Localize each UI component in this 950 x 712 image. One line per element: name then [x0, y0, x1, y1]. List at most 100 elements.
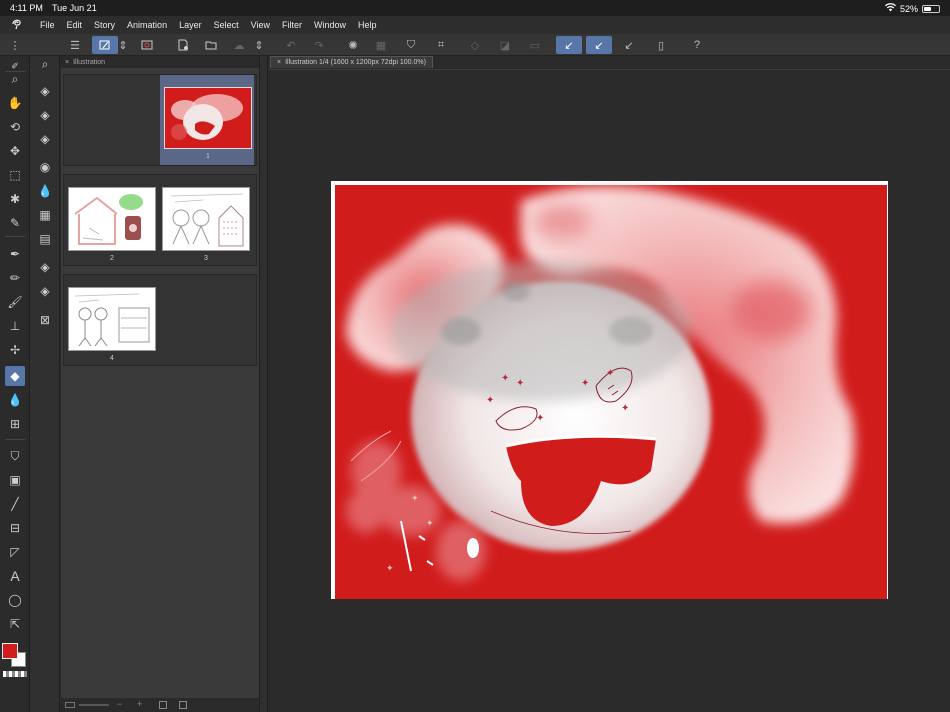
crop-icon[interactable]: ▭	[526, 36, 544, 54]
menu-window[interactable]: Window	[308, 20, 352, 30]
frame-icon[interactable]: ⊟	[5, 518, 25, 538]
menu-layer[interactable]: Layer	[173, 20, 208, 30]
balloon-icon[interactable]: ◯	[5, 590, 25, 610]
show-pages-icon[interactable]	[92, 36, 118, 54]
line-icon[interactable]: ╱	[5, 494, 25, 514]
blend-icon[interactable]: 💧	[5, 390, 25, 410]
save-arrows-icon[interactable]: ⇕	[254, 36, 264, 54]
move-icon[interactable]: ✥	[5, 141, 25, 161]
cloud-icon[interactable]: ☁	[230, 36, 248, 54]
eraser-icon[interactable]: ◆	[5, 366, 25, 386]
help-icon[interactable]: ?	[688, 36, 706, 54]
pencil-icon[interactable]: ✏	[5, 268, 25, 288]
smartphone-icon[interactable]: ▯	[652, 36, 670, 54]
gradient-icon[interactable]: ▣	[5, 470, 25, 490]
main-color-swatch[interactable]	[2, 643, 18, 659]
undo-icon[interactable]: ↶	[282, 36, 300, 54]
vector-eraser-icon[interactable]: ◈	[35, 129, 55, 149]
zoom-out-icon[interactable]	[65, 702, 75, 708]
menu-filter[interactable]: Filter	[276, 20, 308, 30]
transform-icon[interactable]: ⌗	[432, 36, 450, 54]
deselect-icon[interactable]: ◇	[466, 36, 484, 54]
wifi-icon	[884, 3, 896, 14]
redo-icon[interactable]: ↷	[310, 36, 328, 54]
svg-text:✦: ✦	[621, 403, 629, 414]
minus-icon[interactable]: −	[117, 699, 122, 709]
hamburger-menu-icon[interactable]: ☰	[66, 36, 84, 54]
subtool-menu-icon[interactable]: ⌕	[35, 54, 55, 74]
invert-selection-icon[interactable]: ◪	[496, 36, 514, 54]
drawing-canvas[interactable]: ✦ ✦ ✦ ✦ ✦ ✦ ✦ ✦ ✦ ✦	[331, 181, 888, 599]
menu-animation[interactable]: Animation	[121, 20, 173, 30]
eraser-rough-icon[interactable]: ▤	[35, 229, 55, 249]
page-panel-footer: − +	[61, 698, 259, 712]
eraser-stack-icon[interactable]: ◈	[35, 281, 55, 301]
menu-edit[interactable]: Edit	[61, 20, 89, 30]
page-view-icon[interactable]	[179, 701, 187, 709]
gallery-icon[interactable]	[138, 36, 156, 54]
swap-arrows-icon[interactable]: ⇕	[118, 36, 128, 54]
rotate-icon[interactable]: ⟲	[5, 117, 25, 137]
svg-text:✦: ✦	[426, 519, 434, 529]
pen-icon[interactable]: ✒	[5, 244, 25, 264]
page-thumbnail-4[interactable]	[68, 287, 156, 351]
eyedropper-icon[interactable]: ✎	[5, 213, 25, 233]
open-folder-icon[interactable]	[202, 36, 220, 54]
thumbnail-size-slider[interactable]	[79, 704, 109, 706]
canvas-area: × Illustration 1/4 (1600 x 1200px 72dpi …	[268, 56, 950, 712]
tool-divider	[5, 439, 25, 440]
page-spread: 2 3	[63, 174, 257, 266]
hard-eraser-icon[interactable]: ◈	[35, 81, 55, 101]
color-indicator[interactable]	[2, 643, 28, 669]
brush-icon[interactable]: 🖌	[5, 292, 25, 312]
soft-eraser-icon[interactable]: ◈	[35, 105, 55, 125]
page-spread: 1	[63, 74, 257, 166]
new-file-icon[interactable]	[174, 36, 192, 54]
eraser-box-icon[interactable]: ⊠	[35, 310, 55, 330]
panel-divider[interactable]	[259, 56, 268, 712]
page-thumbnail-1[interactable]	[164, 87, 252, 149]
transparent-color-swatch[interactable]	[3, 671, 27, 677]
app-logo-icon[interactable]	[0, 18, 34, 33]
hand-icon[interactable]: ✋	[5, 93, 25, 113]
menu-help[interactable]: Help	[352, 20, 383, 30]
clear-layer-icon[interactable]: ▦	[372, 36, 390, 54]
fill-icon[interactable]: ⛉	[5, 446, 25, 466]
fill-bucket-icon[interactable]: ⛉	[402, 36, 420, 54]
loading-icon[interactable]: ✺	[344, 36, 362, 54]
page-panel-tab[interactable]: × Illustration	[61, 56, 259, 68]
svg-text:✦: ✦	[411, 494, 419, 504]
decoration-icon[interactable]: ✢	[5, 340, 25, 360]
figure-icon[interactable]: ⊞	[5, 414, 25, 434]
menu-story[interactable]: Story	[88, 20, 121, 30]
airbrush-icon[interactable]: ⊥	[5, 316, 25, 336]
close-icon[interactable]: ×	[65, 59, 69, 66]
close-icon[interactable]: ×	[277, 59, 281, 66]
menu-file[interactable]: File	[34, 20, 61, 30]
grip-icon[interactable]: ⋮	[6, 36, 24, 54]
menu-view[interactable]: View	[245, 20, 276, 30]
svg-text:✦: ✦	[386, 564, 394, 574]
eraser-texture-icon[interactable]: ▦	[35, 205, 55, 225]
auto-select-icon[interactable]: ✱	[5, 189, 25, 209]
ruler-icon[interactable]: ◸	[5, 542, 25, 562]
eraser-layer-icon[interactable]: ◈	[35, 257, 55, 277]
snap-special-ruler-icon[interactable]: ↙	[586, 36, 612, 54]
eraser-color-icon[interactable]: 💧	[35, 181, 55, 201]
snap-grid-icon[interactable]: ↙	[620, 36, 638, 54]
correct-line-icon[interactable]: ⇱	[5, 614, 25, 634]
svg-text:✦: ✦	[581, 378, 589, 389]
eraser-reference-icon[interactable]: ◉	[35, 157, 55, 177]
selection-icon[interactable]: ⬚	[5, 165, 25, 185]
page-settings-icon[interactable]	[159, 701, 167, 709]
snap-ruler-icon[interactable]: ↙	[556, 36, 582, 54]
document-tab[interactable]: × Illustration 1/4 (1600 x 1200px 72dpi …	[270, 56, 433, 68]
page-thumbnail-3[interactable]	[162, 187, 250, 251]
plus-icon[interactable]: +	[137, 699, 142, 709]
svg-text:✦: ✦	[516, 378, 524, 389]
menu-select[interactable]: Select	[208, 20, 245, 30]
menu-bar: File Edit Story Animation Layer Select V…	[0, 16, 950, 34]
text-icon[interactable]: A	[5, 566, 25, 586]
zoom-icon[interactable]: ⌕	[5, 69, 25, 89]
page-thumbnail-2[interactable]	[68, 187, 156, 251]
